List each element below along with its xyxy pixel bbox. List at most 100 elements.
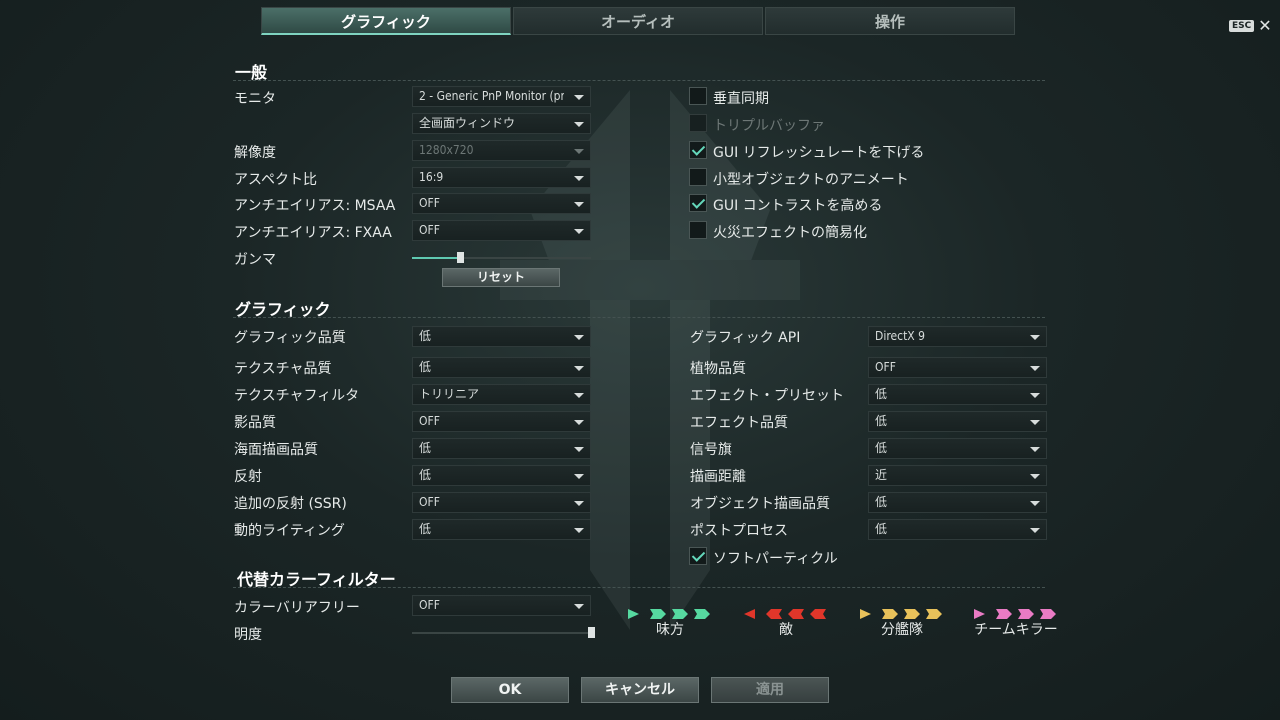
setting-dropdown-value: 低 bbox=[419, 360, 432, 374]
chevron-down-icon bbox=[574, 122, 584, 127]
close-button[interactable]: ESC ✕ bbox=[1229, 16, 1272, 35]
checkbox-gui-contrast[interactable] bbox=[689, 194, 707, 212]
chevron-down-icon bbox=[1030, 335, 1040, 340]
checkbox-simplify-fire[interactable] bbox=[689, 221, 707, 239]
setting-dropdown[interactable]: 低 bbox=[412, 438, 591, 459]
chevron-down-icon bbox=[574, 149, 584, 154]
checkbox-label: ソフトパーティクル bbox=[713, 551, 838, 567]
reset-button[interactable]: リセット bbox=[442, 268, 560, 287]
setting-dropdown[interactable]: 低 bbox=[412, 326, 591, 347]
gamma-slider[interactable] bbox=[412, 252, 591, 263]
checkbox-soft-particles[interactable] bbox=[689, 547, 707, 565]
section-divider bbox=[233, 80, 1045, 81]
setting-label: オブジェクト描画品質 bbox=[690, 496, 830, 512]
cancel-button[interactable]: キャンセル bbox=[581, 677, 699, 703]
setting-dropdown[interactable]: 低 bbox=[868, 411, 1047, 432]
gamma-slider-fill bbox=[412, 257, 461, 259]
ship-marker-icon bbox=[628, 609, 639, 619]
checkbox-reduce-gui-refresh[interactable] bbox=[689, 141, 707, 159]
setting-dropdown[interactable]: 低 bbox=[868, 384, 1047, 405]
chevron-down-icon bbox=[574, 474, 584, 479]
setting-dropdown-value: 低 bbox=[419, 468, 432, 482]
ship-marker-icon bbox=[694, 609, 710, 619]
setting-dropdown[interactable]: OFF bbox=[412, 411, 591, 432]
setting-dropdown[interactable]: 低 bbox=[412, 357, 591, 378]
setting-dropdown-value: 近 bbox=[875, 468, 888, 482]
color-blind-label: カラーバリアフリー bbox=[234, 600, 360, 616]
chevron-down-icon bbox=[574, 202, 584, 207]
setting-dropdown[interactable]: OFF bbox=[868, 357, 1047, 378]
setting-dropdown[interactable]: OFF bbox=[412, 492, 591, 513]
window-mode-dropdown[interactable]: 全画面ウィンドウ bbox=[412, 113, 591, 134]
setting-label: エフェクト・プリセット bbox=[690, 388, 844, 404]
ship-marker-icon bbox=[744, 609, 755, 619]
chevron-down-icon bbox=[574, 366, 584, 371]
chevron-down-icon bbox=[574, 528, 584, 533]
setting-dropdown-value: OFF bbox=[419, 495, 440, 509]
chevron-down-icon bbox=[1030, 420, 1040, 425]
checkbox-label: 小型オブジェクトのアニメート bbox=[713, 172, 909, 188]
ship-marker-icon bbox=[650, 609, 666, 619]
chevron-down-icon bbox=[1030, 447, 1040, 452]
setting-label: 信号旗 bbox=[690, 442, 732, 458]
checkbox-label: トリプルバッファ bbox=[713, 118, 825, 134]
chevron-down-icon bbox=[574, 176, 584, 181]
setting-label: テクスチャフィルタ bbox=[234, 388, 360, 404]
gamma-label: ガンマ bbox=[234, 252, 276, 268]
tab-audio[interactable]: オーディオ bbox=[513, 7, 763, 35]
tab-controls[interactable]: 操作 bbox=[765, 7, 1015, 35]
window-mode-value: 全画面ウィンドウ bbox=[419, 116, 516, 130]
color-blind-dropdown[interactable]: OFF bbox=[412, 595, 591, 616]
ship-marker-icon bbox=[860, 609, 871, 619]
setting-dropdown[interactable]: 低 bbox=[868, 492, 1047, 513]
ship-marker-icon bbox=[882, 609, 898, 619]
settings-tabs: グラフィック オーディオ 操作 bbox=[261, 7, 1015, 35]
close-icon: ✕ bbox=[1258, 16, 1272, 35]
setting-dropdown[interactable]: 低 bbox=[412, 465, 591, 486]
setting-dropdown[interactable]: 近 bbox=[868, 465, 1047, 486]
checkbox-label: GUI コントラストを高める bbox=[713, 198, 883, 214]
aspect-value: 16:9 bbox=[419, 170, 444, 184]
chevron-down-icon bbox=[574, 393, 584, 398]
setting-dropdown-value: OFF bbox=[419, 414, 440, 428]
ok-button[interactable]: OK bbox=[451, 677, 569, 703]
resolution-dropdown: 1280x720 bbox=[412, 140, 591, 161]
setting-dropdown[interactable]: 低 bbox=[868, 438, 1047, 459]
resolution-label: 解像度 bbox=[234, 145, 276, 161]
setting-dropdown-value: トリリニア bbox=[419, 387, 480, 401]
color-filter-group: 敵 bbox=[736, 605, 836, 638]
setting-label: 反射 bbox=[234, 469, 262, 485]
brightness-slider[interactable] bbox=[412, 627, 595, 638]
checkbox-label: 火災エフェクトの簡易化 bbox=[713, 225, 867, 241]
gamma-slider-handle[interactable] bbox=[457, 252, 465, 263]
esc-key-badge: ESC bbox=[1229, 20, 1255, 32]
section-divider bbox=[233, 317, 1045, 318]
setting-dropdown[interactable]: DirectX 9 bbox=[868, 326, 1047, 347]
color-filter-group: 分艦隊 bbox=[852, 605, 952, 638]
chevron-down-icon bbox=[1030, 528, 1040, 533]
setting-label: 海面描画品質 bbox=[234, 442, 318, 458]
fxaa-dropdown[interactable]: OFF bbox=[412, 220, 591, 241]
msaa-dropdown[interactable]: OFF bbox=[412, 193, 591, 214]
ship-marker-icon bbox=[810, 609, 826, 619]
ship-marker-icon bbox=[926, 609, 942, 619]
setting-label: グラフィック API bbox=[690, 330, 801, 346]
setting-dropdown-value: 低 bbox=[875, 495, 888, 509]
ship-marker-icon bbox=[672, 609, 688, 619]
chevron-down-icon bbox=[574, 447, 584, 452]
fxaa-value: OFF bbox=[419, 223, 440, 237]
setting-label: 植物品質 bbox=[690, 361, 746, 377]
setting-label: テクスチャ品質 bbox=[234, 361, 332, 377]
monitor-dropdown[interactable]: 2 - Generic PnP Monitor (prim bbox=[412, 86, 591, 107]
setting-dropdown[interactable]: トリリニア bbox=[412, 384, 591, 405]
msaa-label: アンチエイリアス: MSAA bbox=[234, 198, 396, 214]
checkbox-animate-small-objects[interactable] bbox=[689, 168, 707, 186]
checkbox-vsync[interactable] bbox=[689, 87, 707, 105]
aspect-dropdown[interactable]: 16:9 bbox=[412, 167, 591, 188]
ship-marker-icon bbox=[788, 609, 804, 619]
chevron-down-icon bbox=[1030, 366, 1040, 371]
brightness-slider-handle[interactable] bbox=[588, 627, 595, 638]
setting-dropdown[interactable]: 低 bbox=[412, 519, 591, 540]
tab-graphics[interactable]: グラフィック bbox=[261, 7, 511, 35]
setting-dropdown[interactable]: 低 bbox=[868, 519, 1047, 540]
